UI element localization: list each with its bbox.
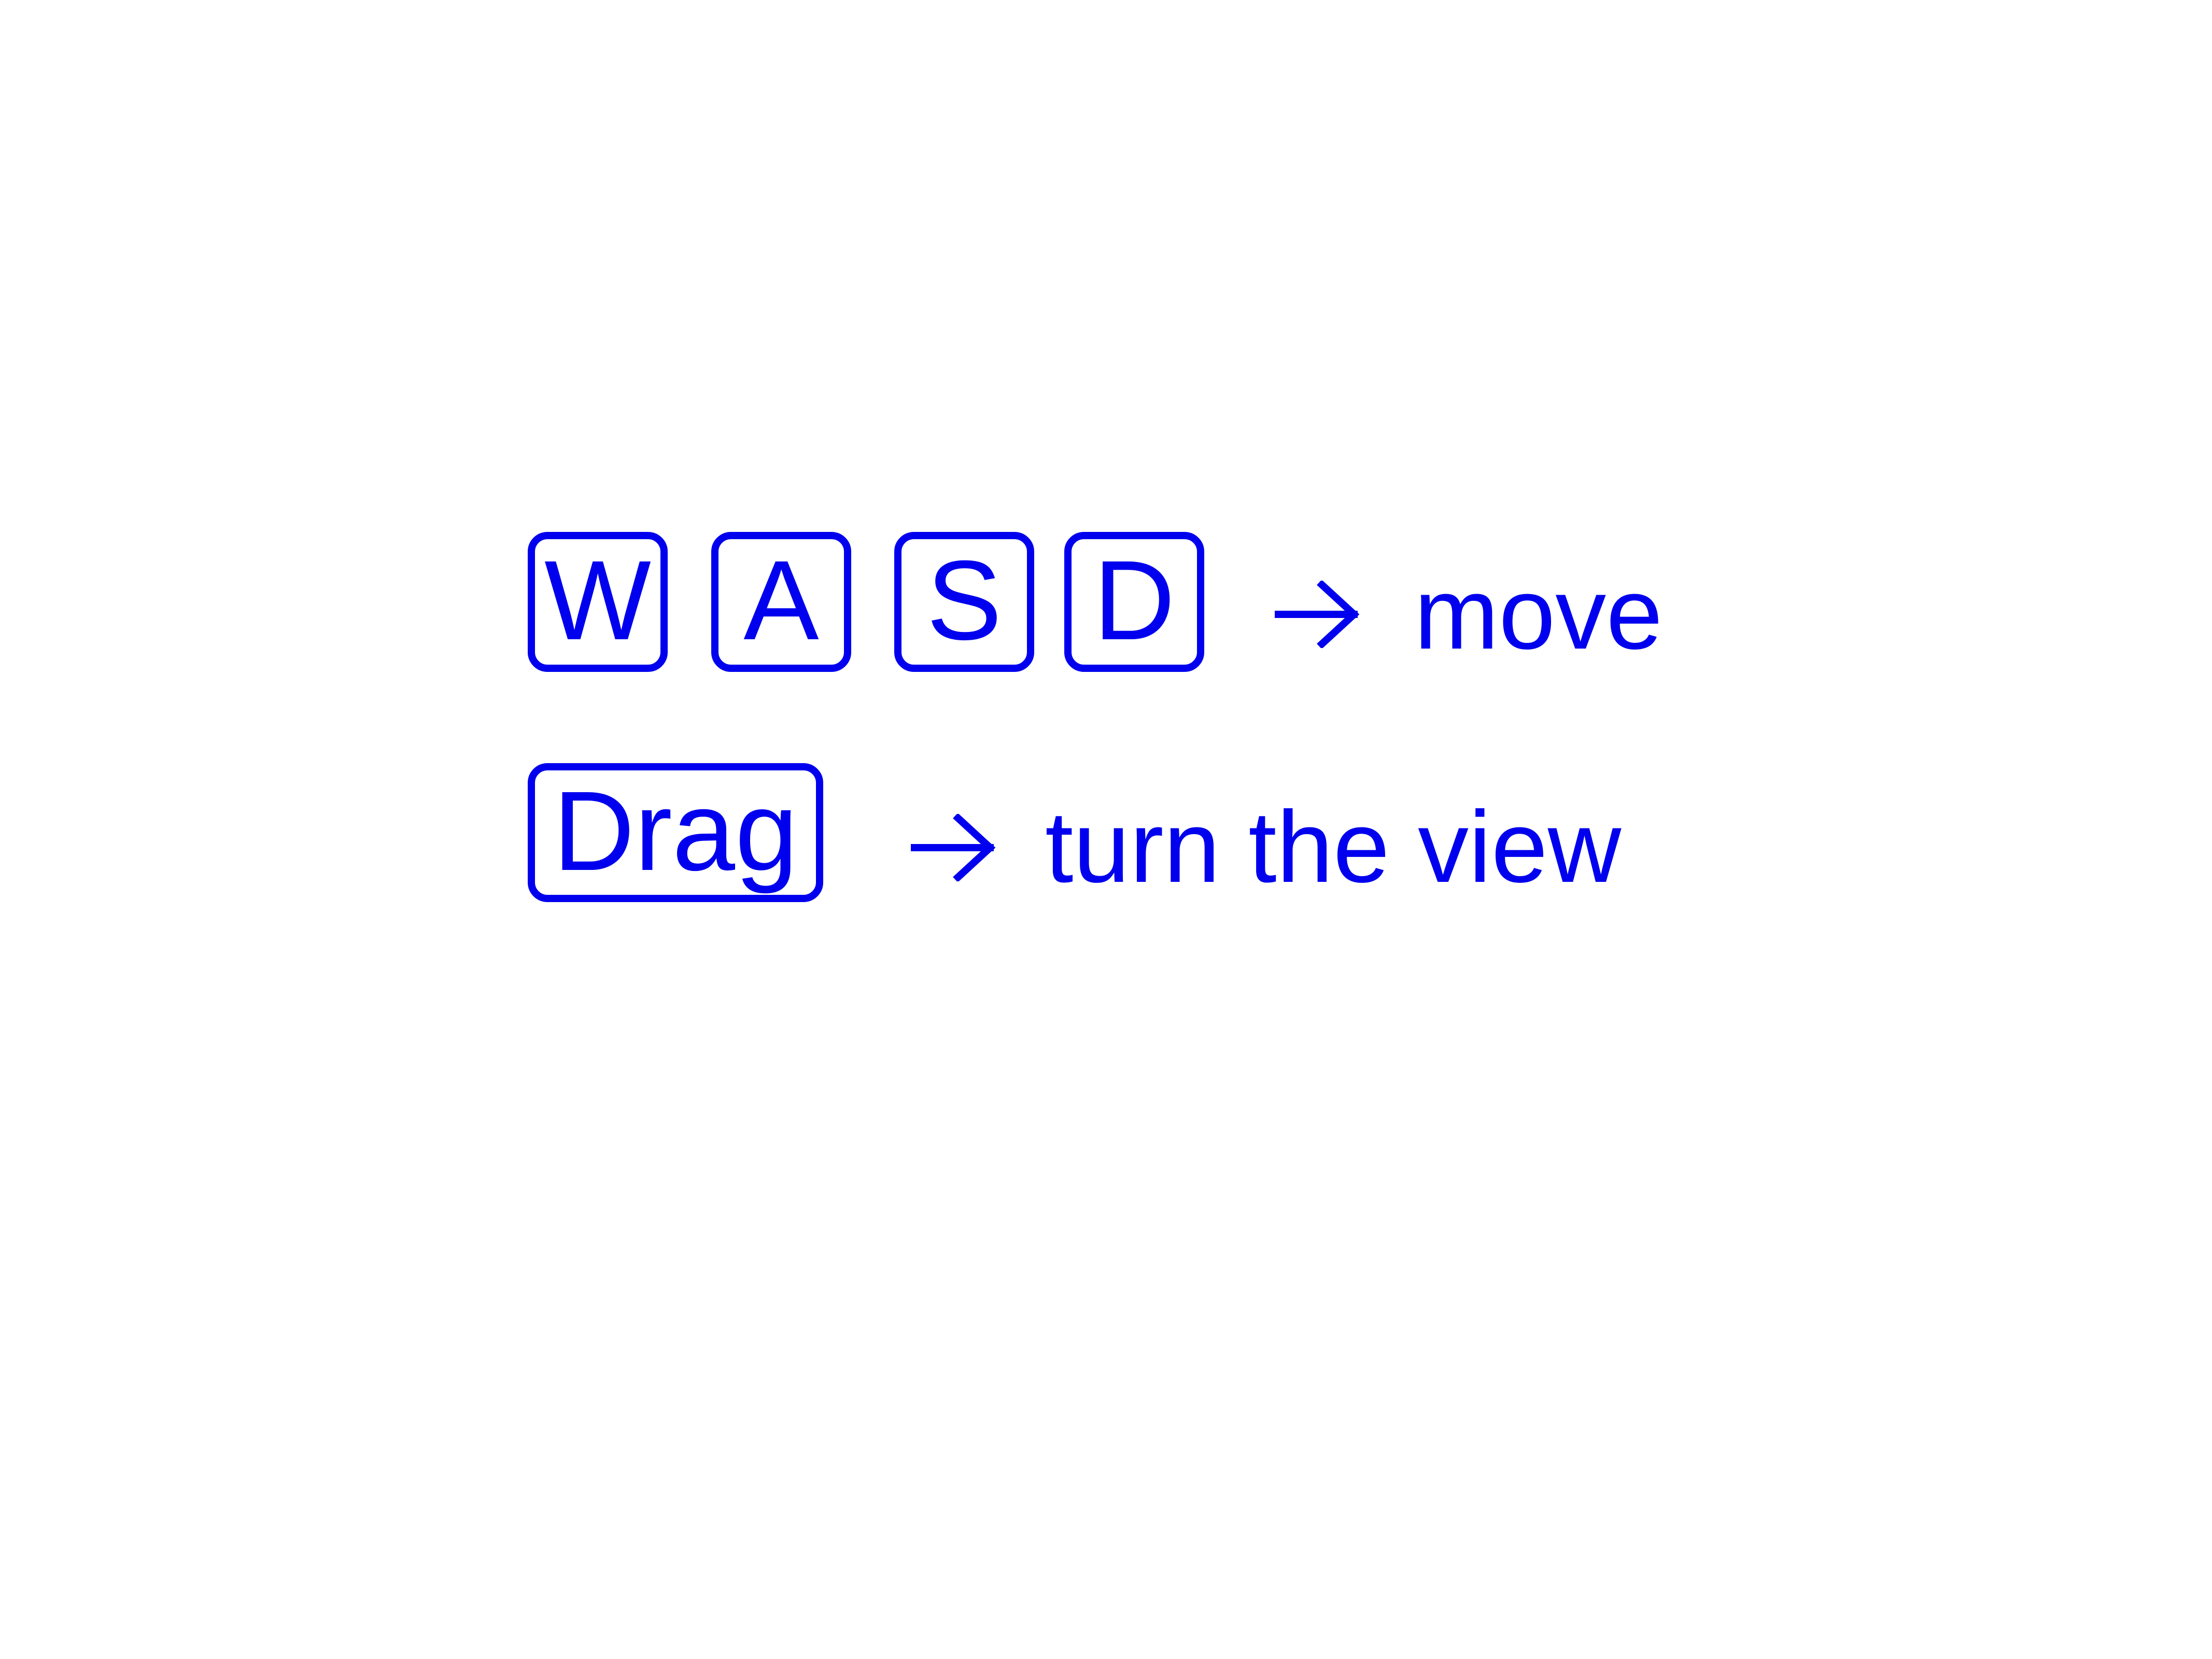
key-w-label: W: [544, 538, 651, 664]
drag-key: Drag: [528, 763, 823, 902]
move-action-label: move: [1414, 557, 1663, 670]
key-a: A: [711, 532, 851, 672]
key-s-label: S: [926, 538, 1002, 664]
drag-key-label: Drag: [553, 768, 798, 894]
turn-view-action-label: turn the view: [1045, 790, 1622, 904]
key-d-label: D: [1093, 538, 1175, 664]
key-w: W: [528, 532, 668, 672]
key-d: D: [1064, 532, 1204, 672]
key-a-label: A: [743, 538, 819, 664]
arrow-right-icon: [911, 814, 996, 881]
arrow-right-icon: [1275, 581, 1360, 648]
key-s: S: [894, 532, 1034, 672]
